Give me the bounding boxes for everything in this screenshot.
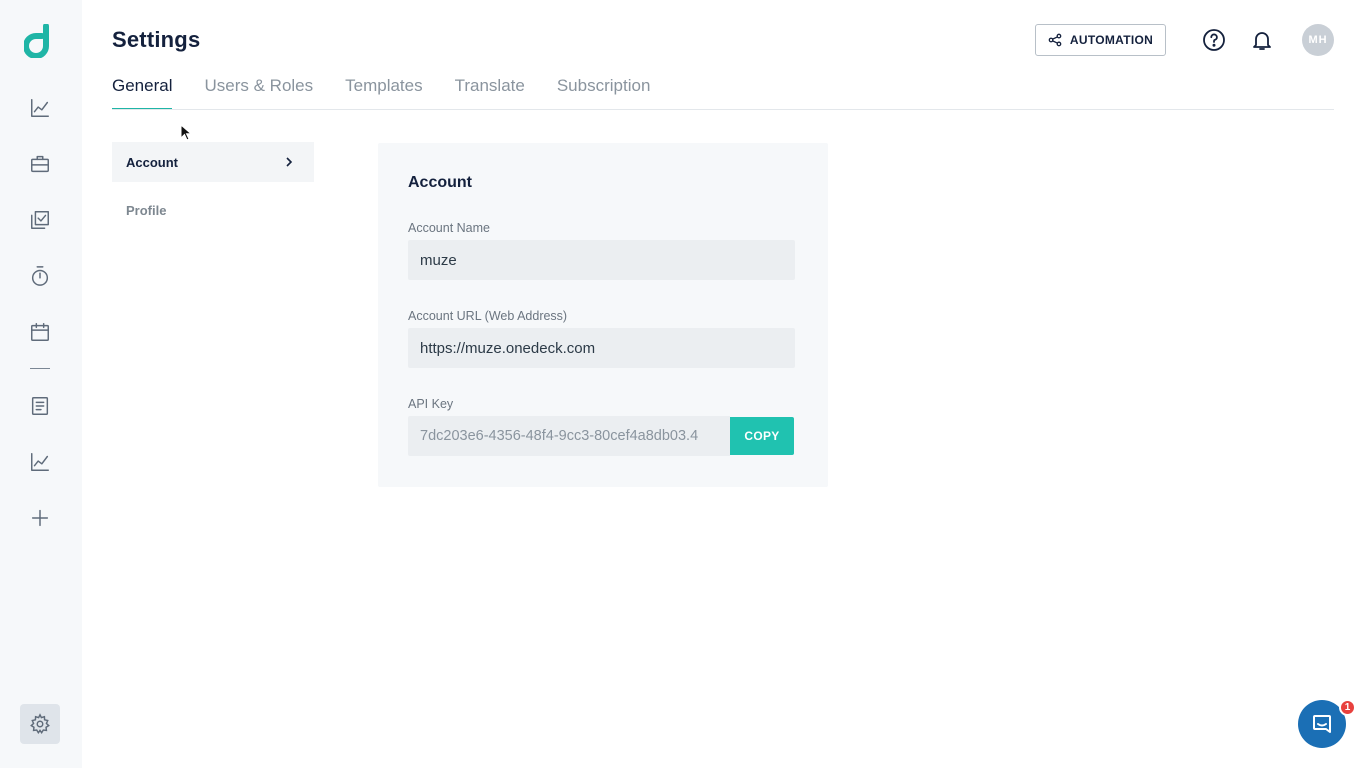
- copy-button[interactable]: COPY: [730, 417, 794, 455]
- help-icon[interactable]: [1202, 28, 1226, 52]
- chart-line-icon[interactable]: [28, 96, 52, 120]
- settings-button[interactable]: [20, 704, 60, 744]
- account-name-field[interactable]: muze: [408, 240, 795, 280]
- api-key-field[interactable]: 7dc203e6-4356-48f4-9cc3-80cef4a8db03.4: [408, 416, 730, 456]
- document-icon[interactable]: [28, 394, 52, 418]
- subnav-item-account[interactable]: Account: [112, 142, 314, 182]
- account-url-field[interactable]: https://muze.onedeck.com: [408, 328, 795, 368]
- chat-bubble-icon: [1313, 715, 1331, 733]
- tab-general[interactable]: General: [112, 76, 173, 110]
- tab-templates[interactable]: Templates: [345, 76, 422, 109]
- briefcase-icon[interactable]: [28, 152, 52, 176]
- subnav-item-label: Account: [126, 154, 178, 170]
- settings-tabs: General Users & Roles Templates Translat…: [112, 76, 651, 110]
- automation-button[interactable]: AUTOMATION: [1035, 24, 1166, 56]
- mouse-cursor-icon: [180, 123, 193, 142]
- subnav-item-profile[interactable]: Profile: [112, 190, 314, 230]
- subnav-item-label: Profile: [126, 202, 167, 218]
- chat-notification-badge: 1: [1339, 699, 1356, 716]
- tabs-divider: [112, 109, 1334, 110]
- analytics-icon[interactable]: [28, 450, 52, 474]
- page-title: Settings: [112, 27, 201, 52]
- plus-icon[interactable]: [28, 506, 52, 530]
- tab-users-roles[interactable]: Users & Roles: [204, 76, 313, 109]
- notification-bell-icon[interactable]: [1250, 28, 1274, 52]
- stopwatch-icon[interactable]: [28, 264, 52, 288]
- sidebar-divider: [30, 368, 50, 369]
- tab-subscription[interactable]: Subscription: [557, 76, 651, 109]
- checklist-icon[interactable]: [28, 208, 52, 232]
- share-nodes-icon: [1048, 33, 1062, 47]
- account-url-label: Account URL (Web Address): [408, 309, 568, 323]
- sidebar: [0, 0, 82, 768]
- calendar-icon[interactable]: [28, 320, 52, 344]
- tab-translate[interactable]: Translate: [455, 76, 525, 109]
- user-avatar[interactable]: MH: [1302, 24, 1334, 56]
- api-key-label: API Key: [408, 397, 454, 411]
- chevron-right-icon: [284, 155, 294, 169]
- settings-app: Settings AUTOMATION MH General Users & R…: [0, 0, 1366, 768]
- automation-label: AUTOMATION: [1069, 33, 1154, 47]
- settings-gear-icon: [30, 713, 50, 735]
- account-name-label: Account Name: [408, 221, 490, 235]
- app-logo[interactable]: [23, 23, 56, 59]
- account-card: Account Account Name muze Account URL (W…: [378, 143, 828, 487]
- card-title: Account: [408, 174, 472, 191]
